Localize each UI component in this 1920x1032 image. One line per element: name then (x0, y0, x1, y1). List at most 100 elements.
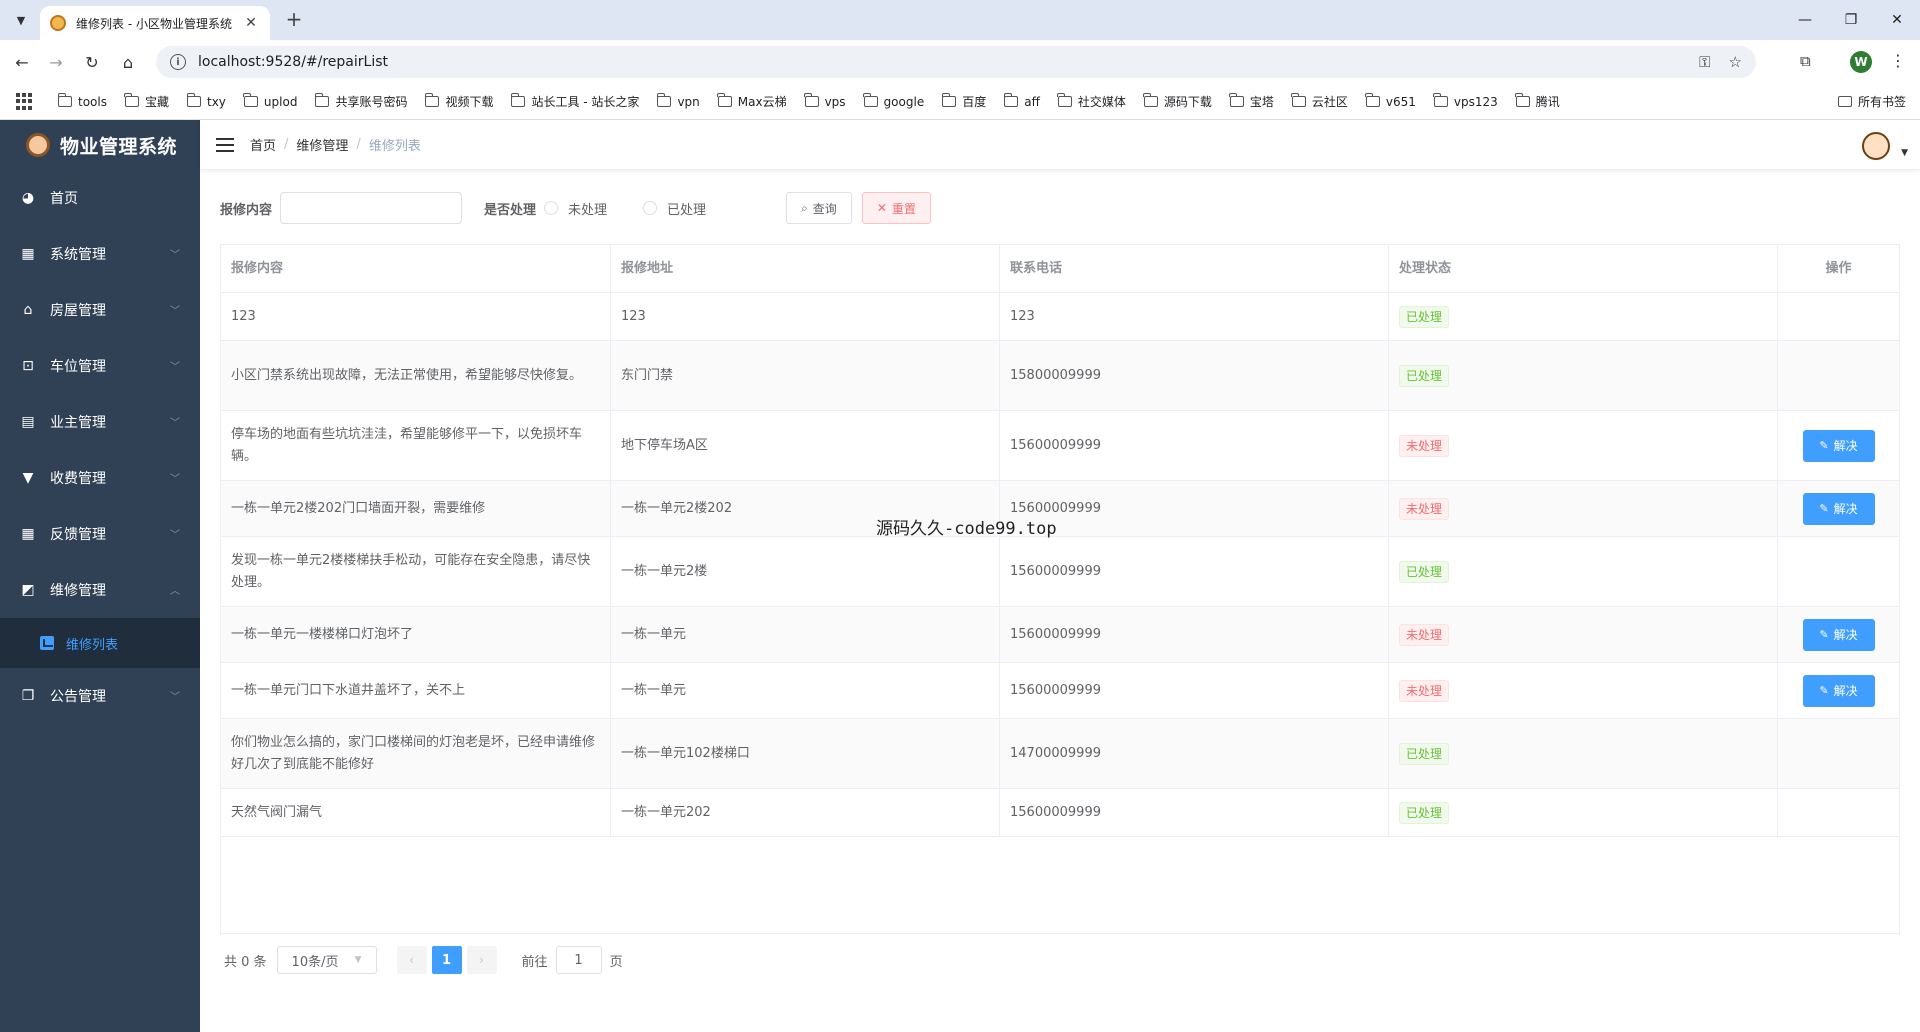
bookmark-item[interactable]: 百度 (941, 93, 986, 110)
money-icon: ▼ (22, 470, 34, 486)
bookmark-item[interactable]: 站长工具 - 站长之家 (510, 93, 640, 110)
cell-status: 已处理 (1389, 719, 1778, 788)
cell-content: 发现一栋一单元2楼楼梯扶手松动，可能存在安全隐患，请尽快处理。 (221, 537, 611, 606)
home-icon[interactable]: ⌂ (116, 50, 140, 74)
bookmark-label: txy (207, 94, 226, 109)
sidebar-item-8[interactable]: ❐ 公告管理 ﹀ (0, 668, 200, 724)
solve-button[interactable]: ✎ 解决 (1802, 492, 1875, 525)
search-icon: ⌕ (801, 200, 808, 215)
sidebar-item-2[interactable]: ⌂ 房屋管理 ﹀ (0, 282, 200, 338)
next-page-icon[interactable]: › (466, 946, 497, 974)
grid-icon: ▦ (21, 246, 35, 262)
back-icon[interactable]: ← (10, 50, 34, 74)
bookmark-item[interactable]: uplod (243, 93, 297, 109)
sidebar-item-6[interactable]: ▦ 反馈管理 ﹀ (0, 506, 200, 562)
reset-button[interactable]: ✕ 重置 (861, 192, 931, 224)
bookmark-item[interactable]: aff (1003, 93, 1040, 109)
user-avatar[interactable] (1862, 132, 1890, 160)
cell-actions (1778, 293, 1899, 340)
bookmark-label: tools (78, 94, 107, 109)
bookmark-item[interactable]: google (863, 93, 924, 109)
profile-avatar[interactable]: W (1850, 51, 1872, 73)
reset-button-label: 重置 (891, 201, 916, 216)
bookmark-item[interactable]: v651 (1365, 93, 1416, 109)
reload-icon[interactable]: ↻ (80, 50, 104, 74)
close-window-icon[interactable]: ✕ (1874, 0, 1920, 40)
cell-status: 未处理 (1389, 411, 1778, 480)
sidebar-item-7[interactable]: ◩ 维修管理 ︿ (0, 562, 200, 618)
solve-button[interactable]: ✎ 解决 (1802, 429, 1875, 462)
cell-content: 停车场的地面有些坑坑洼洼，希望能够修平一下，以免损坏车辆。 (221, 411, 611, 480)
status-badge: 未处理 (1399, 623, 1450, 646)
sidebar-item-5[interactable]: ▼ 收费管理 ﹀ (0, 450, 200, 506)
bookmark-item[interactable]: Max云梯 (717, 93, 787, 110)
chevron-up-icon: ︿ (170, 586, 180, 597)
bookmark-item[interactable]: 源码下载 (1143, 93, 1212, 110)
tab-title: 维修列表 - 小区物业管理系统 (76, 16, 232, 31)
browser-tab[interactable]: 维修列表 - 小区物业管理系统 ✕ (40, 6, 270, 40)
cell-phone: 14700009999 (1000, 719, 1389, 788)
content-input[interactable] (280, 192, 463, 224)
cell-address: 123 (611, 293, 1000, 340)
close-tab-icon[interactable]: ✕ (242, 15, 260, 31)
page-size-select[interactable]: 10条/页 ▼ (276, 946, 377, 974)
bookmark-item[interactable]: 社交媒体 (1057, 93, 1126, 110)
radio-handled[interactable]: 已处理 (643, 199, 706, 218)
bookmark-item[interactable]: 宝塔 (1229, 93, 1274, 110)
cell-address: 一栋一单元202 (611, 789, 1000, 836)
bookmark-item[interactable]: 宝藏 (124, 93, 169, 110)
sidebar-item-0[interactable]: ◕ 首页 (0, 170, 200, 226)
address-bar[interactable]: i localhost:9528/#/repairList ⚿ ☆ (156, 46, 1756, 78)
radio-circle[interactable] (643, 201, 658, 215)
star-icon[interactable]: ☆ (1729, 53, 1742, 71)
radio-unhandled[interactable]: 未处理 (544, 199, 607, 218)
prev-page-icon[interactable]: ‹ (396, 946, 427, 974)
header-content: 报修内容 (221, 245, 611, 292)
bookmark-item[interactable]: 腾讯 (1515, 93, 1560, 110)
sidebar-item-3[interactable]: ⊡ 车位管理 ﹀ (0, 338, 200, 394)
breadcrumb-home[interactable]: 首页 (250, 135, 276, 154)
solve-button[interactable]: ✎ 解决 (1802, 618, 1875, 651)
sidebar-subitem-label: 维修列表 (66, 637, 119, 653)
radio-handled-label: 已处理 (667, 202, 707, 218)
caret-down-icon[interactable]: ▼ (1901, 148, 1908, 158)
all-bookmarks[interactable]: 所有书签 (1837, 93, 1906, 110)
cell-actions (1778, 719, 1899, 788)
sidebar-item-4[interactable]: ▤ 业主管理 ﹀ (0, 394, 200, 450)
table-row: 123 123 123 已处理 (221, 293, 1899, 341)
bookmark-item[interactable]: tools (57, 93, 107, 109)
site-info-icon[interactable]: i (170, 54, 186, 70)
edit-icon: ✎ (1819, 683, 1829, 697)
hamburger-icon[interactable] (216, 137, 234, 152)
goto-page-input[interactable] (555, 946, 602, 974)
solve-button[interactable]: ✎ 解决 (1802, 674, 1875, 707)
bookmark-item[interactable]: txy (186, 93, 226, 109)
forward-icon[interactable]: → (44, 50, 68, 74)
tab-search-icon[interactable]: ▼ (8, 8, 34, 32)
bookmark-item[interactable]: vps123 (1433, 93, 1498, 109)
sidebar: 物业管理系统 ◕ 首页 ▦ 系统管理 ﹀ ⌂ 房屋管理 ﹀ ⊡ 车位管理 ﹀ ▤ 业主管理 ﹀ ▼ 收费管理 ﹀… (0, 120, 200, 1032)
browser-menu-icon[interactable]: ⋮ (1890, 51, 1906, 70)
sidebar-subitem-repair-list[interactable]: 维修列表 (0, 618, 200, 668)
apps-icon[interactable] (16, 92, 34, 111)
cell-status: 已处理 (1389, 341, 1778, 410)
minimize-icon[interactable]: — (1782, 0, 1828, 40)
radio-circle[interactable] (544, 201, 559, 215)
folder-icon (314, 93, 330, 107)
breadcrumb-repair-mgmt[interactable]: 维修管理 (296, 135, 348, 154)
bookmark-item[interactable]: 共享账号密码 (314, 93, 407, 110)
bookmark-item[interactable]: 视频下载 (424, 93, 493, 110)
bookmark-item[interactable]: 云社区 (1291, 93, 1348, 110)
extensions-icon[interactable]: ⧉ (1800, 52, 1811, 70)
bookmark-item[interactable]: vps (804, 93, 846, 109)
new-tab-icon[interactable]: + (282, 8, 306, 32)
key-icon[interactable]: ⚿ (1699, 53, 1710, 71)
sidebar-item-label: 系统管理 (50, 247, 106, 263)
sidebar-item-1[interactable]: ▦ 系统管理 ﹀ (0, 226, 200, 282)
bookmark-label: 站长工具 - 站长之家 (531, 95, 640, 109)
query-button[interactable]: ⌕ 查询 (786, 192, 852, 224)
breadcrumb-separator: / (356, 137, 361, 152)
bookmark-item[interactable]: vpn (656, 93, 700, 109)
restore-icon[interactable]: ❐ (1828, 0, 1874, 40)
page-number-current[interactable]: 1 (431, 946, 462, 974)
